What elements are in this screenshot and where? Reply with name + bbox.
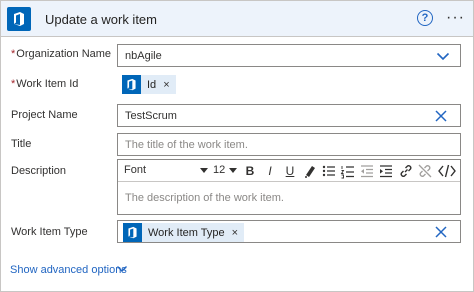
work-item-type-label: Work Item Type (11, 226, 88, 238)
more-options-icon[interactable]: ··· (446, 9, 465, 27)
azure-devops-icon (7, 7, 31, 31)
azure-devops-icon (122, 75, 141, 94)
clear-icon[interactable] (434, 225, 448, 239)
title-label: Title (11, 138, 32, 150)
work-item-type-token[interactable]: Work Item Type × (123, 223, 245, 242)
numbered-list-icon[interactable] (340, 163, 356, 179)
project-label: Project Name (11, 109, 78, 121)
action-card: Update a work item ? ··· *Organization N… (0, 0, 474, 292)
font-size-select[interactable]: 12 (213, 164, 225, 176)
work-item-type-field[interactable]: Work Item Type × (117, 220, 461, 243)
rich-text-toolbar: Font 12 B I U (118, 160, 460, 182)
remove-token-icon[interactable]: × (163, 79, 169, 91)
bold-button[interactable]: B (242, 163, 258, 179)
link-icon[interactable] (398, 163, 414, 179)
decrease-indent-icon[interactable] (359, 163, 375, 179)
description-label: Description (11, 165, 67, 177)
caret-down-icon[interactable] (229, 168, 237, 173)
bullet-list-icon[interactable] (321, 163, 337, 179)
help-icon[interactable]: ? (417, 10, 433, 26)
work-item-id-field[interactable]: Id × (117, 73, 205, 96)
chevron-down-icon[interactable] (436, 49, 450, 63)
increase-indent-icon[interactable] (378, 163, 394, 179)
organization-label: *Organization Name (11, 48, 112, 60)
clear-icon[interactable] (434, 109, 448, 123)
card-title: Update a work item (45, 12, 157, 27)
required-marker: * (11, 48, 16, 60)
azure-devops-icon (123, 223, 142, 242)
remove-token-icon[interactable]: × (232, 227, 238, 239)
project-value: TestScrum (125, 110, 177, 122)
title-placeholder: The title of the work item. (125, 139, 248, 151)
font-select[interactable]: Font (124, 164, 146, 176)
work-item-id-token[interactable]: Id × (122, 75, 176, 94)
unlink-icon[interactable] (417, 163, 433, 179)
token-label: Work Item Type (148, 226, 225, 239)
highlight-icon[interactable] (302, 163, 318, 179)
underline-button[interactable]: U (282, 163, 298, 179)
required-marker: * (11, 78, 16, 90)
organization-value: nbAgile (125, 50, 162, 62)
description-editor[interactable]: Font 12 B I U The description of the wor… (117, 159, 461, 215)
caret-down-icon[interactable] (200, 168, 208, 173)
organization-dropdown[interactable]: nbAgile (117, 44, 461, 67)
card-header[interactable]: Update a work item ? ··· (1, 1, 473, 37)
work-item-id-label: *Work Item Id (11, 78, 79, 90)
chevron-down-icon[interactable] (116, 263, 128, 275)
project-field[interactable]: TestScrum (117, 104, 461, 127)
italic-button[interactable]: I (262, 163, 278, 179)
show-advanced-options-link[interactable]: Show advanced options (10, 264, 127, 276)
title-input[interactable]: The title of the work item. (117, 133, 461, 156)
token-label: Id (147, 78, 157, 91)
description-placeholder: The description of the work item. (125, 192, 284, 204)
code-view-icon[interactable] (438, 163, 456, 179)
